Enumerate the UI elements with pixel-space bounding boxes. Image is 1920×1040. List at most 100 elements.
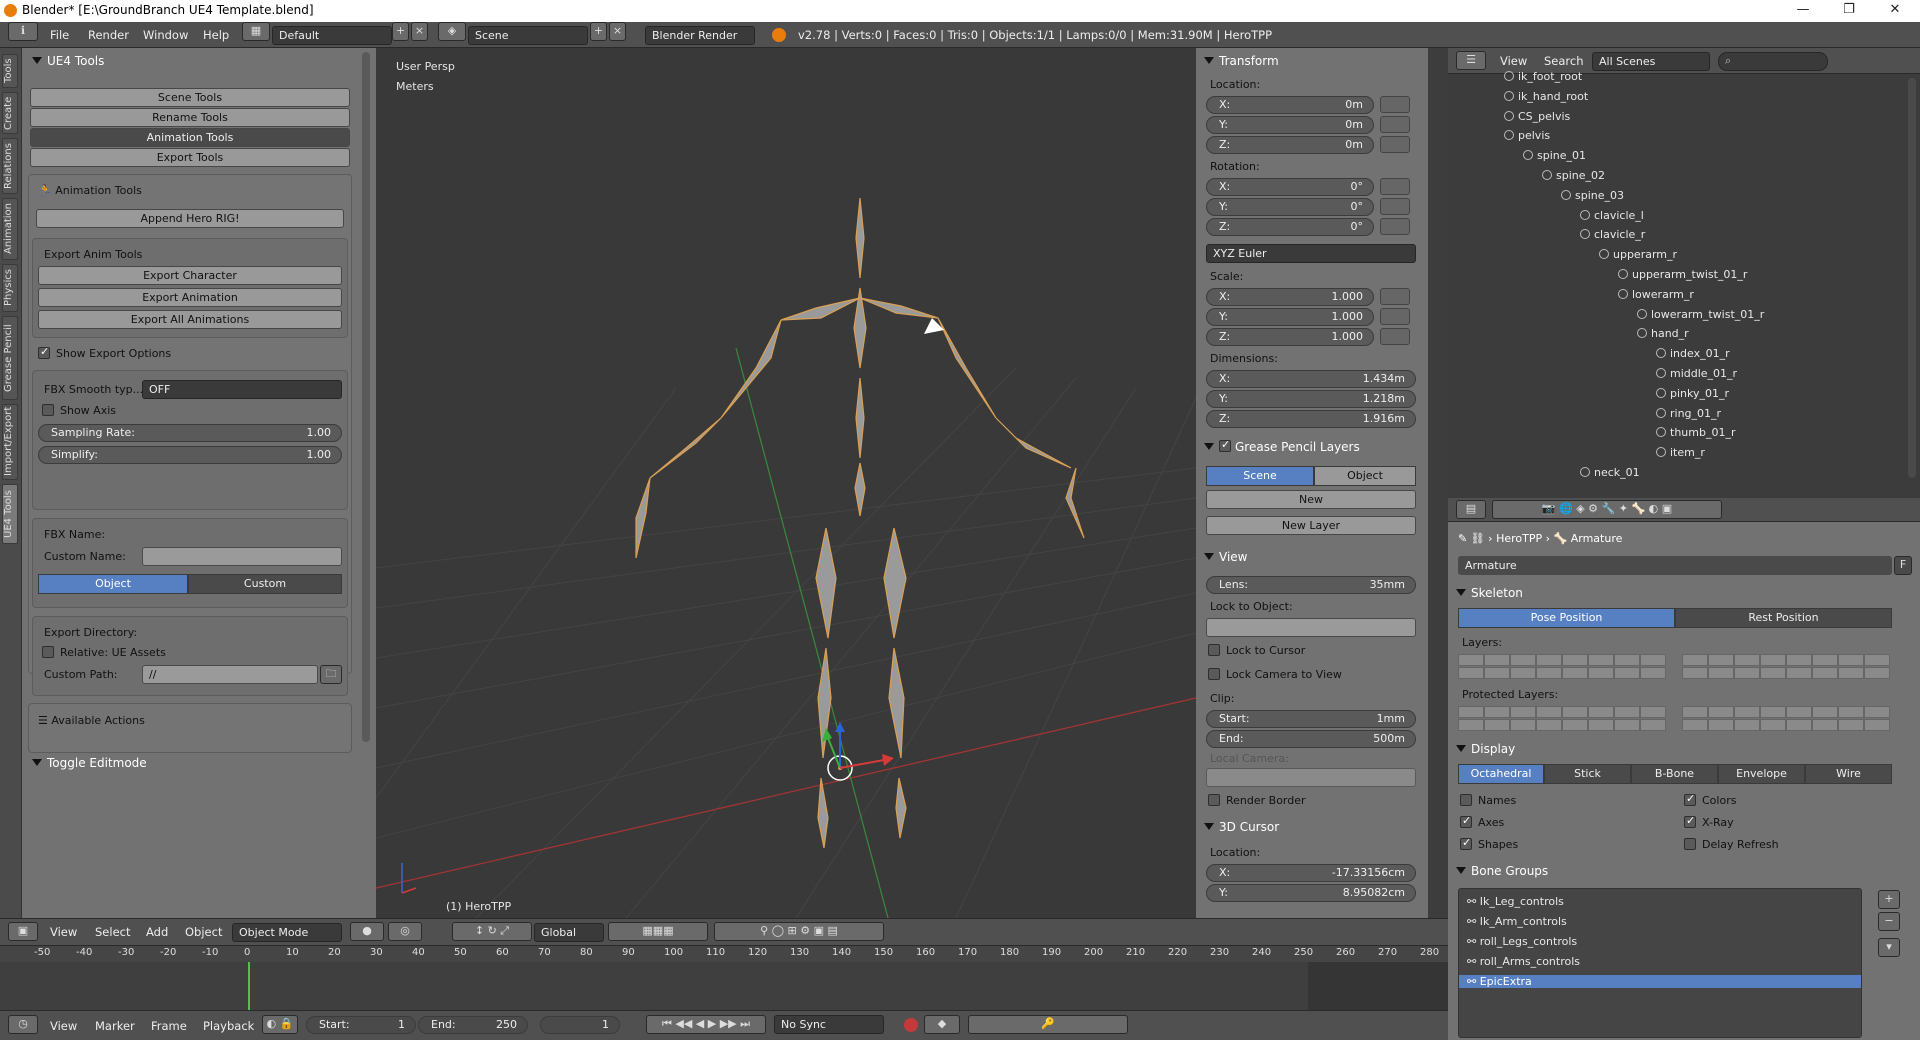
- remove-scene-button[interactable]: ×: [609, 22, 626, 41]
- current-frame-marker[interactable]: [248, 962, 250, 1010]
- layer-cell[interactable]: [1484, 654, 1510, 666]
- keying-set-icon[interactable]: ◆: [924, 1015, 960, 1034]
- render-border-checkbox[interactable]: [1208, 794, 1220, 806]
- export-tools-button[interactable]: Export Tools: [30, 148, 350, 167]
- outliner-view-menu[interactable]: View: [1500, 54, 1527, 68]
- layer-cell[interactable]: [1614, 654, 1640, 666]
- layer-grid[interactable]: [1458, 654, 1908, 680]
- protected-layer-grid[interactable]: [1458, 706, 1908, 732]
- outliner-item[interactable]: ik_hand_root: [1504, 90, 1588, 103]
- sampling-rate-field[interactable]: Sampling Rate: 1.00: [38, 424, 342, 442]
- dimension-z-field[interactable]: Z: 1.916m: [1206, 410, 1416, 428]
- close-button[interactable]: ✕: [1872, 0, 1918, 22]
- layer-cell[interactable]: [1614, 719, 1640, 731]
- current-frame-field[interactable]: 1: [540, 1016, 620, 1034]
- sync-dropdown[interactable]: No Sync: [774, 1015, 884, 1034]
- vp-menu-add[interactable]: Add: [146, 925, 168, 939]
- tl-menu-marker[interactable]: Marker: [95, 1019, 135, 1033]
- layer-cell[interactable]: [1484, 706, 1510, 718]
- outliner-item[interactable]: item_r: [1656, 446, 1705, 459]
- timeline[interactable]: -50 -40 -30 -20 -10 0 10 20 30 40 50 60 70 80 90 100 110…: [0, 946, 1448, 1010]
- tab-animation[interactable]: Animation: [2, 198, 18, 260]
- tab-object[interactable]: Object: [38, 574, 188, 594]
- display-stick-tab[interactable]: Stick: [1544, 764, 1631, 784]
- layer-cell[interactable]: [1510, 719, 1536, 731]
- layer-cell[interactable]: [1838, 706, 1864, 718]
- tab-physics[interactable]: Physics: [2, 264, 18, 312]
- property-context-tabs[interactable]: 📷 🌐 ◈ ⚙ 🔧 ✦ 🦴 ◐ ▣: [1492, 500, 1722, 519]
- layer-cell[interactable]: [1734, 654, 1760, 666]
- cursor-x-field[interactable]: X: -17.33156cm: [1206, 864, 1416, 882]
- layer-cell[interactable]: [1786, 667, 1812, 679]
- editor-type-icon[interactable]: ℹ: [8, 22, 38, 41]
- timeline-editor-icon[interactable]: ◷: [8, 1015, 38, 1034]
- display-envelope-tab[interactable]: Envelope: [1718, 764, 1805, 784]
- layer-cell[interactable]: [1786, 706, 1812, 718]
- display-wire-tab[interactable]: Wire: [1805, 764, 1892, 784]
- orientation-dropdown[interactable]: Global: [534, 923, 604, 942]
- manipulator-icons[interactable]: ↕ ↻ ⤢: [452, 922, 532, 941]
- properties-editor-icon[interactable]: ▤: [1456, 500, 1486, 519]
- layer-cell[interactable]: [1760, 719, 1786, 731]
- menu-window[interactable]: Window: [143, 28, 188, 42]
- minimize-button[interactable]: —: [1780, 0, 1826, 22]
- outliner-item[interactable]: CS_pelvis: [1504, 110, 1570, 123]
- tl-menu-playback[interactable]: Playback: [203, 1019, 254, 1033]
- record-icon[interactable]: [904, 1018, 918, 1032]
- export-animation-button[interactable]: Export Animation: [38, 288, 342, 307]
- mode-dropdown[interactable]: Object Mode: [232, 923, 342, 942]
- fbx-smooth-dropdown[interactable]: OFF: [142, 380, 342, 399]
- lock-object-input[interactable]: [1206, 618, 1416, 637]
- scene-tools-button[interactable]: Scene Tools: [30, 88, 350, 107]
- layer-cell[interactable]: [1536, 719, 1562, 731]
- bone-group-item[interactable]: ⚯ Ik_Arm_controls: [1467, 915, 1567, 928]
- bone-group-item[interactable]: ⚯ roll_Arms_controls: [1467, 955, 1580, 968]
- lock-camera-checkbox[interactable]: [1208, 668, 1220, 680]
- layer-cell[interactable]: [1838, 719, 1864, 731]
- tab-ue4-tools[interactable]: UE4 Tools: [2, 484, 18, 544]
- layer-cell[interactable]: [1838, 667, 1864, 679]
- tool-shelf-scrollbar[interactable]: [362, 52, 370, 742]
- rename-tools-button[interactable]: Rename Tools: [30, 108, 350, 127]
- display-header[interactable]: Display: [1456, 742, 1515, 756]
- outliner-item[interactable]: index_01_r: [1656, 347, 1730, 360]
- layer-cell[interactable]: [1640, 654, 1666, 666]
- lock-scale-x-icon[interactable]: [1380, 288, 1410, 305]
- names-checkbox[interactable]: [1460, 794, 1472, 806]
- layer-cell[interactable]: [1682, 654, 1708, 666]
- layer-cell[interactable]: [1484, 719, 1510, 731]
- menu-file[interactable]: File: [50, 28, 69, 42]
- outliner-item[interactable]: hand_r: [1637, 327, 1689, 340]
- layer-cell[interactable]: [1734, 706, 1760, 718]
- outliner-item[interactable]: ik_foot_root: [1504, 70, 1582, 83]
- layer-cell[interactable]: [1864, 654, 1890, 666]
- vp-menu-object[interactable]: Object: [185, 925, 222, 939]
- vp-menu-view[interactable]: View: [50, 925, 77, 939]
- export-character-button[interactable]: Export Character: [38, 266, 342, 285]
- gp-new-layer-button[interactable]: New Layer: [1206, 516, 1416, 535]
- lock-loc-x-icon[interactable]: [1380, 96, 1410, 113]
- outliner-search-menu[interactable]: Search: [1544, 54, 1584, 68]
- snap-icons[interactable]: ⚲ ◯ ⊞ ⚙ ▣ ▤: [714, 922, 884, 941]
- relative-ue-assets-checkbox[interactable]: [42, 646, 54, 658]
- layer-cell[interactable]: [1760, 667, 1786, 679]
- outliner-scrollbar[interactable]: [1908, 78, 1916, 478]
- tab-grease-pencil[interactable]: Grease Pencil: [2, 316, 18, 400]
- outliner-item[interactable]: upperarm_twist_01_r: [1618, 268, 1747, 281]
- gp-new-button[interactable]: New: [1206, 490, 1416, 509]
- outliner-item[interactable]: middle_01_r: [1656, 367, 1737, 380]
- scale-y-field[interactable]: Y: 1.000: [1206, 308, 1374, 326]
- lock-rot-z-icon[interactable]: [1380, 218, 1410, 235]
- layer-cell[interactable]: [1864, 706, 1890, 718]
- layer-cell[interactable]: [1786, 719, 1812, 731]
- playback-controls[interactable]: ⏮ ◀◀ ◀ ▶ ▶▶ ⏭: [646, 1015, 766, 1034]
- outliner-item[interactable]: upperarm_r: [1599, 248, 1677, 261]
- layer-cell[interactable]: [1588, 667, 1614, 679]
- menu-render[interactable]: Render: [88, 28, 129, 42]
- view-header[interactable]: View: [1204, 550, 1247, 564]
- layer-cell[interactable]: [1708, 667, 1734, 679]
- grease-pencil-header[interactable]: Grease Pencil Layers: [1204, 438, 1360, 454]
- outliner-item[interactable]: pinky_01_r: [1656, 387, 1729, 400]
- custom-path-input[interactable]: //: [142, 665, 318, 684]
- bone-group-menu-button[interactable]: ▾: [1878, 938, 1900, 957]
